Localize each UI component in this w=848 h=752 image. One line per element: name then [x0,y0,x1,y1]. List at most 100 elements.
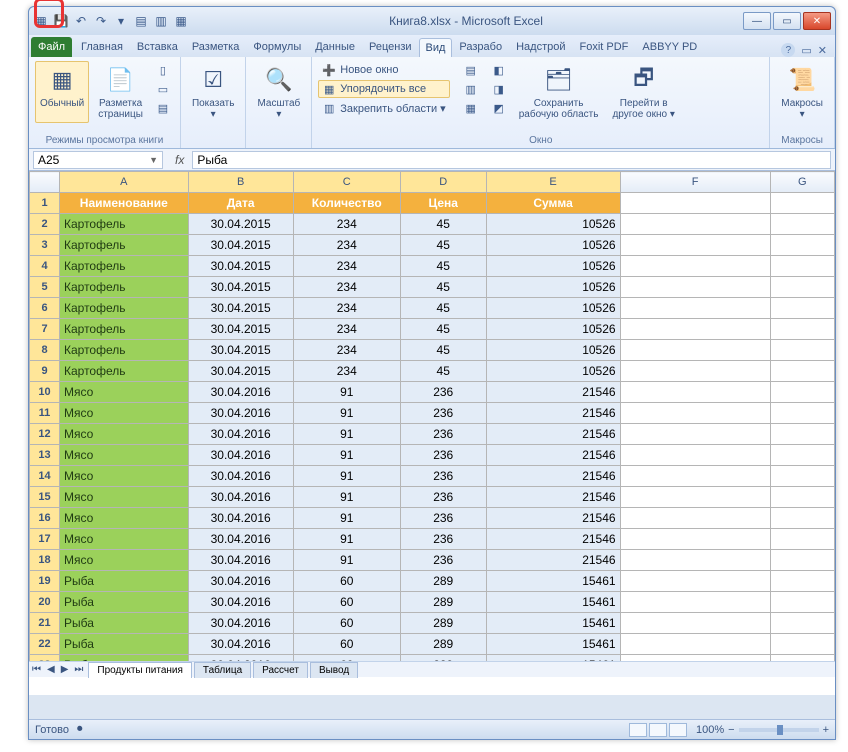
row-13[interactable]: 13 [30,445,60,466]
row-1[interactable]: 1 [30,193,60,214]
cell[interactable]: 289 [400,634,486,655]
row-3[interactable]: 3 [30,235,60,256]
col-B[interactable]: B [188,172,293,193]
zoom-in-icon[interactable]: + [823,724,829,736]
cell[interactable]: 21546 [486,487,620,508]
cell[interactable] [620,277,770,298]
save-icon[interactable]: 💾 [53,13,69,29]
cell[interactable]: Картофель [60,256,189,277]
view-small1[interactable]: ▯ [152,61,174,79]
row-7[interactable]: 7 [30,319,60,340]
cell[interactable]: 91 [293,382,400,403]
row-4[interactable]: 4 [30,256,60,277]
tab-layout[interactable]: Разметка [185,37,247,57]
cell[interactable]: 45 [400,298,486,319]
cell[interactable]: Картофель [60,214,189,235]
cell[interactable]: 30.04.2016 [188,403,293,424]
cell[interactable] [770,550,834,571]
cell[interactable]: Рыба [60,613,189,634]
qat-extra1-icon[interactable]: ▤ [133,13,149,29]
cell[interactable]: 30.04.2015 [188,361,293,382]
cell[interactable]: Рыба [60,634,189,655]
cell[interactable] [770,403,834,424]
cell[interactable]: 236 [400,466,486,487]
cell[interactable]: 30.04.2016 [188,487,293,508]
cell[interactable]: Картофель [60,277,189,298]
cell[interactable]: 289 [400,592,486,613]
cell[interactable] [770,445,834,466]
view-page-layout-button[interactable]: 📄 Разметка страницы [93,61,148,123]
qat-extra2-icon[interactable]: ▥ [153,13,169,29]
cell[interactable] [770,571,834,592]
cell[interactable]: 91 [293,445,400,466]
cell[interactable]: 30.04.2016 [188,550,293,571]
cell[interactable] [770,382,834,403]
sheet-tab-1[interactable]: Таблица [194,662,251,678]
cell[interactable]: 91 [293,466,400,487]
cell[interactable] [770,529,834,550]
cell[interactable]: 10526 [486,319,620,340]
cell[interactable]: 15461 [486,592,620,613]
cell[interactable] [770,466,834,487]
cell[interactable] [770,634,834,655]
cell[interactable]: 30.04.2016 [188,508,293,529]
cell[interactable]: 21546 [486,382,620,403]
save-workspace-button[interactable]: 🗂 Сохранить рабочую область [514,61,604,123]
cell[interactable]: 45 [400,235,486,256]
cell[interactable]: Мясо [60,382,189,403]
cell[interactable]: 10526 [486,298,620,319]
cell[interactable] [770,361,834,382]
doc-close-icon[interactable]: ✕ [818,44,827,57]
cell[interactable]: 30.04.2016 [188,445,293,466]
cell[interactable]: 234 [293,256,400,277]
zoom-out-icon[interactable]: − [728,724,734,736]
cell[interactable]: 15461 [486,613,620,634]
cell[interactable]: 91 [293,508,400,529]
cell[interactable] [620,235,770,256]
tab-view[interactable]: Вид [419,38,453,57]
cell[interactable] [770,298,834,319]
qat-more-icon[interactable]: ▾ [113,13,129,29]
row-2[interactable]: 2 [30,214,60,235]
cell[interactable]: Картофель [60,340,189,361]
cell[interactable]: 21546 [486,508,620,529]
tab-abbyy[interactable]: ABBYY PD [635,37,704,57]
cell[interactable]: Рыба [60,571,189,592]
view-small3[interactable]: ▤ [152,99,174,117]
win-opt1[interactable]: ▤ [460,61,482,79]
view-pagelayout-icon[interactable] [649,723,667,737]
minimize-button[interactable]: — [743,12,771,30]
row-12[interactable]: 12 [30,424,60,445]
help-icon[interactable]: ? [781,43,795,57]
cell[interactable]: 234 [293,361,400,382]
cell[interactable] [620,340,770,361]
win-opt3[interactable]: ▦ [460,99,482,117]
cell[interactable]: 91 [293,487,400,508]
cell[interactable] [770,256,834,277]
new-window-button[interactable]: ➕Новое окно [318,61,449,79]
sheet-nav-prev[interactable]: ◀ [44,664,58,675]
cell[interactable] [770,277,834,298]
select-all[interactable] [30,172,60,193]
formula-input[interactable]: Рыба [192,151,831,169]
cell[interactable]: 234 [293,340,400,361]
cell[interactable]: 30.04.2016 [188,571,293,592]
cell[interactable]: 45 [400,214,486,235]
cell[interactable]: 30.04.2016 [188,613,293,634]
cell[interactable]: 21546 [486,403,620,424]
cell[interactable]: 91 [293,403,400,424]
cell[interactable] [620,487,770,508]
cell[interactable]: 30.04.2015 [188,277,293,298]
col-E[interactable]: E [486,172,620,193]
cell[interactable] [770,508,834,529]
cell[interactable]: 30.04.2015 [188,319,293,340]
cell[interactable] [770,340,834,361]
cell[interactable]: Мясо [60,508,189,529]
cell[interactable]: 21546 [486,466,620,487]
cell[interactable]: 45 [400,319,486,340]
cell[interactable]: 236 [400,382,486,403]
cell[interactable]: 30.04.2016 [188,634,293,655]
cell[interactable] [770,319,834,340]
spreadsheet-grid[interactable]: A B C D E F G 1 Наименование Дата Количе… [29,171,835,676]
cell[interactable]: 30.04.2015 [188,298,293,319]
